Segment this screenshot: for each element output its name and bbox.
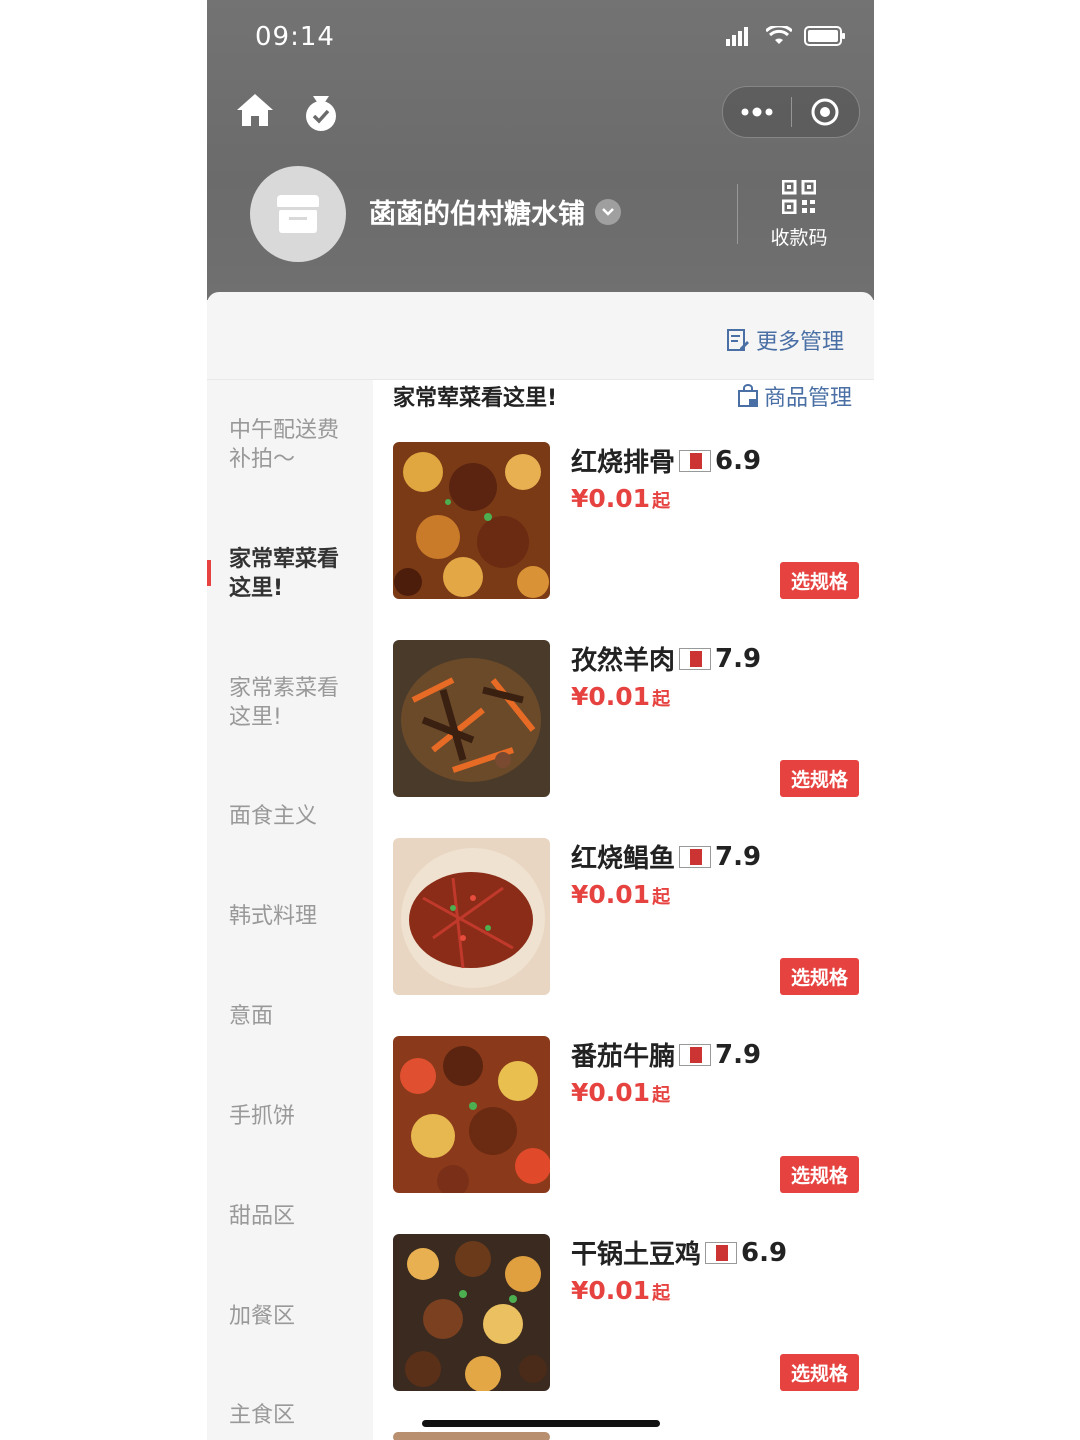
sidebar-item-pancake[interactable]: 手抓饼: [229, 1102, 359, 1131]
status-time: 09:14: [255, 22, 335, 52]
sidebar-item-veg-dishes[interactable]: 家常素菜看这里!: [229, 674, 359, 732]
product-name: 番茄牛腩: [571, 1042, 676, 1072]
category-title: 家常荤菜看这里!: [393, 386, 558, 411]
target-circle-icon: [811, 98, 839, 126]
home-indicator: [422, 1420, 660, 1427]
payment-qr-button[interactable]: 收款码: [763, 179, 835, 250]
sidebar-item-delivery-fee[interactable]: 中午配送费补拍～: [229, 416, 359, 474]
shopping-bag-icon[interactable]: [303, 92, 339, 132]
product-name: 红烧鲳鱼: [571, 844, 676, 874]
product-price: ¥0.01 起: [571, 682, 671, 711]
category-sidebar: 中午配送费补拍～ 家常荤菜看这里! 家常素菜看这里! 面食主义 韩式料理 意面 …: [207, 380, 374, 1440]
flag-icon: [679, 1043, 712, 1066]
product-list: 家常荤菜看这里! 商品管理 红烧排骨 6.9 ¥0.01 起 选规格 孜然羊肉 …: [373, 380, 874, 1440]
flag-icon: [679, 449, 712, 472]
sidebar-item-extras[interactable]: 加餐区: [229, 1302, 359, 1331]
shop-name: 菡菡的伯村糖水铺: [369, 199, 585, 230]
phone-screen: 09:14 菡菡的伯村糖水铺 收款码 更多管理 中午配送费补拍～ 家常荤菜看这里…: [207, 0, 874, 1440]
product-name-row: 孜然羊肉 7.9: [571, 640, 761, 677]
sidebar-item-pasta[interactable]: 意面: [229, 1002, 359, 1031]
product-name: 红烧排骨: [571, 448, 676, 478]
product-flag-price: 7.9: [715, 643, 762, 674]
product-price: ¥0.01 起: [571, 1078, 671, 1107]
shop-avatar[interactable]: [250, 166, 346, 262]
document-edit-icon: [726, 329, 749, 351]
product-image: [393, 442, 550, 599]
sidebar-item-korean[interactable]: 韩式料理: [229, 902, 359, 931]
shopping-bag-outline-icon: [737, 384, 758, 407]
product-item-partial[interactable]: [393, 1432, 863, 1440]
product-flag-price: 7.9: [715, 1039, 762, 1070]
home-icon[interactable]: [235, 92, 275, 128]
product-flag-price: 6.9: [715, 445, 762, 476]
product-image: [393, 640, 550, 797]
sidebar-item-desserts[interactable]: 甜品区: [229, 1202, 359, 1231]
close-mini-program-button[interactable]: [792, 87, 860, 137]
mini-program-capsule: [722, 86, 860, 138]
active-indicator: [207, 560, 211, 586]
product-name: 干锅土豆鸡: [571, 1240, 702, 1270]
shop-header: 09:14 菡菡的伯村糖水铺 收款码: [207, 0, 874, 300]
select-spec-button[interactable]: 选规格: [779, 760, 859, 797]
product-flag-price: 7.9: [715, 841, 762, 872]
product-item[interactable]: 番茄牛腩 7.9 ¥0.01 起 选规格: [393, 1036, 863, 1194]
more-menu-button[interactable]: [723, 87, 791, 137]
product-item[interactable]: 干锅土豆鸡 6.9 ¥0.01 起 选规格: [393, 1234, 863, 1392]
goods-management-label: 商品管理: [763, 386, 852, 411]
flag-icon: [679, 845, 712, 868]
product-name-row: 干锅土豆鸡 6.9: [571, 1234, 787, 1271]
flag-icon: [705, 1241, 738, 1264]
product-image: [393, 838, 550, 995]
product-item[interactable]: 孜然羊肉 7.9 ¥0.01 起 选规格: [393, 640, 863, 798]
goods-management-link[interactable]: 商品管理: [736, 380, 852, 412]
product-item[interactable]: 红烧排骨 6.9 ¥0.01 起 选规格: [393, 442, 863, 600]
product-price: ¥0.01 起: [571, 880, 671, 909]
product-flag-price: 6.9: [741, 1237, 788, 1268]
shop-name-selector[interactable]: 菡菡的伯村糖水铺: [369, 192, 621, 231]
more-dots-icon: [741, 107, 773, 117]
product-price: ¥0.01 起: [571, 1276, 671, 1305]
select-spec-button[interactable]: 选规格: [779, 958, 859, 995]
product-price: ¥0.01 起: [571, 484, 671, 513]
select-spec-button[interactable]: 选规格: [779, 1156, 859, 1193]
qr-code-icon: [781, 179, 817, 215]
battery-icon: [804, 26, 845, 46]
store-icon: [277, 195, 319, 233]
product-name-row: 红烧鲳鱼 7.9: [571, 838, 761, 875]
product-image: [393, 1432, 550, 1440]
wifi-icon: [766, 26, 792, 44]
product-image: [393, 1234, 550, 1391]
store-sheet: 更多管理 中午配送费补拍～ 家常荤菜看这里! 家常素菜看这里! 面食主义 韩式料…: [207, 292, 874, 1440]
signal-icon: [726, 27, 748, 46]
product-name: 孜然羊肉: [571, 646, 676, 676]
sidebar-item-noodles[interactable]: 面食主义: [229, 802, 359, 831]
product-item[interactable]: 红烧鲳鱼 7.9 ¥0.01 起 选规格: [393, 838, 863, 996]
product-name-row: 番茄牛腩 7.9: [571, 1036, 761, 1073]
chevron-down-icon: [595, 198, 621, 225]
product-name-row: 红烧排骨 6.9: [571, 442, 761, 479]
more-management-link[interactable]: 更多管理: [726, 324, 844, 356]
product-image: [393, 1036, 550, 1193]
qr-label: 收款码: [770, 227, 828, 249]
status-icons: [726, 26, 846, 46]
more-management-label: 更多管理: [755, 330, 844, 355]
sidebar-item-meat-dishes[interactable]: 家常荤菜看这里!: [229, 545, 359, 603]
header-divider: [737, 184, 738, 244]
sidebar-item-staples[interactable]: 主食区: [229, 1401, 359, 1430]
select-spec-button[interactable]: 选规格: [779, 1354, 859, 1391]
select-spec-button[interactable]: 选规格: [779, 562, 859, 599]
flag-icon: [679, 647, 712, 670]
